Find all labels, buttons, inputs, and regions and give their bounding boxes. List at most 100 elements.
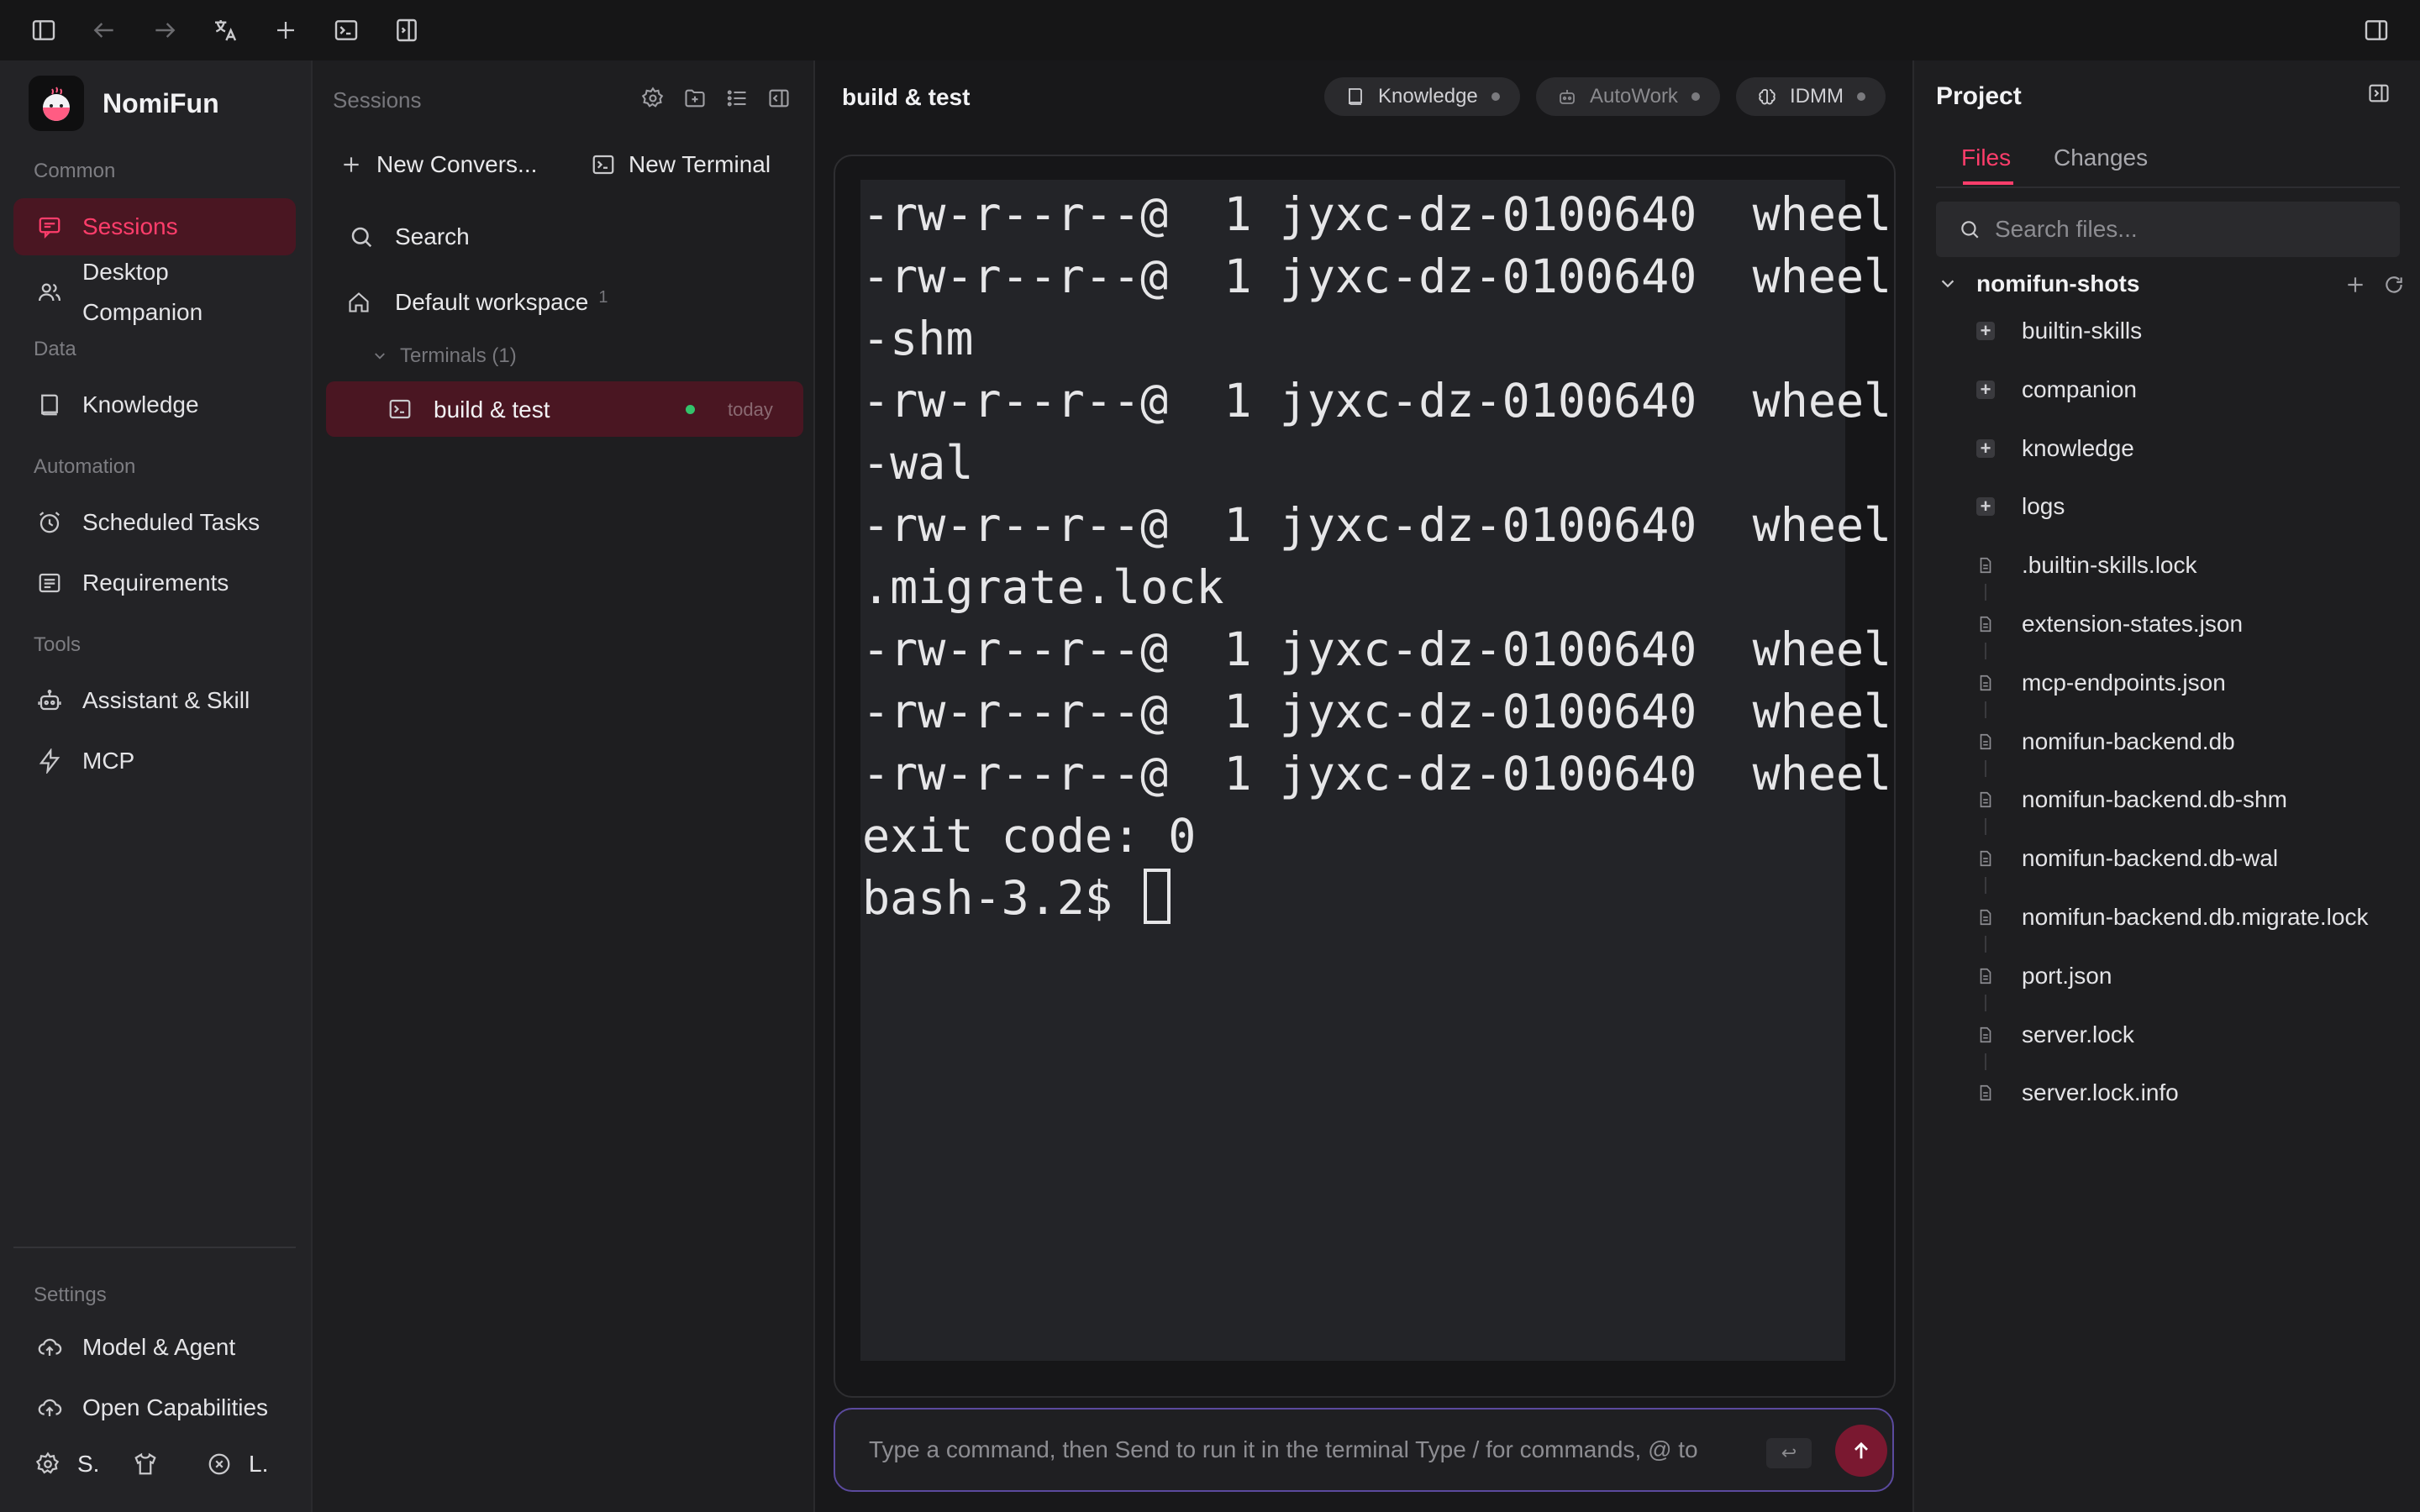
tree-file[interactable]: nomifun-backend.db-shm xyxy=(1975,783,2287,816)
tree-folder-name: knowledge xyxy=(2022,434,2134,461)
knowledge-chip-status-dot xyxy=(1491,92,1500,101)
nav-sessions[interactable]: Sessions xyxy=(13,198,296,255)
file-icon xyxy=(1975,613,1996,635)
tree-folder[interactable]: + knowledge xyxy=(1975,432,2134,465)
new-terminal-button[interactable]: New Terminal xyxy=(590,144,771,185)
file-search-box[interactable] xyxy=(1936,202,2400,257)
chevron-down-icon xyxy=(1938,274,1958,294)
terminal-screen[interactable]: -rw-r--r--@ 1 jyxc-dz-0100640 wheel -rw-r… xyxy=(860,180,1891,1361)
nav-assistant-skill[interactable]: Assistant & Skill xyxy=(13,672,296,729)
command-input-box[interactable]: Type a command, then Send to run it in t… xyxy=(834,1408,1894,1492)
tab-changes[interactable]: Changes xyxy=(2054,144,2148,171)
back-arrow-icon[interactable] xyxy=(87,13,121,47)
new-conversation-label: New Convers... xyxy=(376,151,538,177)
tree-file[interactable]: mcp-endpoints.json xyxy=(1975,666,2226,700)
nav-model-agent-label: Model & Agent xyxy=(82,1334,236,1360)
terminals-group-label: Terminals (1) xyxy=(400,344,517,367)
knowledge-chip[interactable]: Knowledge xyxy=(1324,77,1520,116)
knowledge-chip-label: Knowledge xyxy=(1378,85,1478,108)
tree-file[interactable]: nomifun-backend.db.migrate.lock xyxy=(1975,900,2368,934)
nav-desktop-label-line1: Desktop xyxy=(82,259,169,285)
nav-assistant-skill-label: Assistant & Skill xyxy=(82,687,250,713)
split-panel-icon[interactable] xyxy=(390,13,424,47)
chat-icon xyxy=(35,213,64,241)
file-icon xyxy=(1975,731,1996,753)
session-item-build-test[interactable]: build & test today xyxy=(326,381,803,437)
search-button[interactable]: Search xyxy=(348,217,470,257)
nav-knowledge[interactable]: Knowledge xyxy=(13,376,296,433)
tab-files[interactable]: Files xyxy=(1961,144,2011,171)
settings-gear-icon[interactable] xyxy=(639,84,667,113)
logout-button[interactable]: L. xyxy=(205,1450,268,1478)
tree-guide-line xyxy=(1985,584,1986,601)
file-icon xyxy=(1975,789,1996,811)
nav-mcp-label: MCP xyxy=(82,748,135,774)
tree-file[interactable]: server.lock.info xyxy=(1975,1076,2179,1110)
settings-button[interactable]: S. xyxy=(34,1450,99,1478)
section-automation: Automation xyxy=(34,455,136,478)
tree-file[interactable]: nomifun-backend.db xyxy=(1975,725,2235,759)
book-icon xyxy=(35,391,64,419)
nav-scheduled-tasks[interactable]: Scheduled Tasks xyxy=(13,494,296,551)
idmm-chip[interactable]: IDMM xyxy=(1736,77,1886,116)
file-search-input[interactable] xyxy=(1995,216,2390,243)
terminals-group-header[interactable]: Terminals (1) xyxy=(371,344,517,368)
collapse-right-panel-icon[interactable] xyxy=(2365,79,2393,108)
terminal-line: .migrate.lock xyxy=(862,560,1224,614)
sessions-title: Sessions xyxy=(333,87,422,113)
logout-short-label: L. xyxy=(249,1451,269,1477)
nav-requirements[interactable]: Requirements xyxy=(13,554,296,612)
plus-icon[interactable] xyxy=(269,13,302,47)
file-icon xyxy=(1975,965,1996,987)
command-input-placeholder[interactable]: Type a command, then Send to run it in t… xyxy=(869,1436,1734,1463)
tree-folder[interactable]: + builtin-skills xyxy=(1975,314,2142,348)
workspace-row[interactable]: Default workspace 1 xyxy=(346,288,608,316)
forward-arrow-icon[interactable] xyxy=(148,13,182,47)
refresh-icon[interactable] xyxy=(2381,272,2407,297)
tree-file[interactable]: .builtin-skills.lock xyxy=(1975,549,2197,582)
alarm-clock-icon xyxy=(35,508,64,537)
tree-guide-line xyxy=(1985,818,1986,836)
tree-file-name: port.json xyxy=(2022,962,2112,989)
nav-sessions-label: Sessions xyxy=(82,213,178,239)
settings-short-label: S. xyxy=(77,1451,100,1477)
theme-shirt-icon[interactable] xyxy=(131,1450,160,1478)
terminal-icon[interactable] xyxy=(329,13,363,47)
list-view-icon[interactable] xyxy=(723,84,751,113)
page-title: build & test xyxy=(842,84,971,110)
tree-file[interactable]: nomifun-backend.db-wal xyxy=(1975,842,2278,875)
file-icon xyxy=(1975,906,1996,928)
toggle-sidebar-icon[interactable] xyxy=(27,13,60,47)
nav-open-capabilities[interactable]: Open Capabilities xyxy=(13,1379,296,1436)
tree-root-name: nomifun-shots xyxy=(1976,270,2140,297)
autowork-chip[interactable]: AutoWork xyxy=(1536,77,1720,116)
nav-model-agent[interactable]: Model & Agent xyxy=(13,1319,296,1376)
toggle-right-panel-icon[interactable] xyxy=(2360,13,2393,47)
brain-icon xyxy=(1756,86,1778,108)
nav-mcp[interactable]: MCP xyxy=(13,732,296,790)
tab-divider xyxy=(1936,186,2400,188)
folder-expand-icon: + xyxy=(1975,496,1996,517)
terminal-frame: -rw-r--r--@ 1 jyxc-dz-0100640 wheel -rw-r… xyxy=(834,155,1896,1398)
tree-file-name: extension-states.json xyxy=(2022,611,2244,637)
tree-guide-line xyxy=(1985,701,1986,718)
tree-file[interactable]: extension-states.json xyxy=(1975,607,2243,641)
tree-root-folder[interactable]: nomifun-shots xyxy=(1938,270,2139,297)
tree-folder[interactable]: + companion xyxy=(1975,373,2137,407)
tree-folder[interactable]: + logs xyxy=(1975,490,2065,523)
collapse-panel-icon[interactable] xyxy=(765,84,793,113)
new-folder-icon[interactable] xyxy=(681,84,709,113)
nav-desktop-companion-label: Desktop Companion xyxy=(82,252,203,333)
nav-desktop-companion[interactable]: Desktop Companion xyxy=(35,252,203,333)
gear-icon xyxy=(34,1450,62,1478)
terminal-line: exit code: 0 xyxy=(862,809,1197,863)
tree-file-name: server.lock.info xyxy=(2022,1079,2179,1106)
tree-file[interactable]: server.lock xyxy=(1975,1018,2134,1052)
add-file-icon[interactable] xyxy=(2343,272,2368,297)
tree-guide-line xyxy=(1985,877,1986,895)
translate-icon[interactable] xyxy=(208,13,242,47)
project-title: Project xyxy=(1936,82,2022,110)
send-button[interactable] xyxy=(1835,1425,1887,1477)
tree-file[interactable]: port.json xyxy=(1975,959,2112,993)
new-conversation-button[interactable]: New Convers... xyxy=(338,144,537,185)
